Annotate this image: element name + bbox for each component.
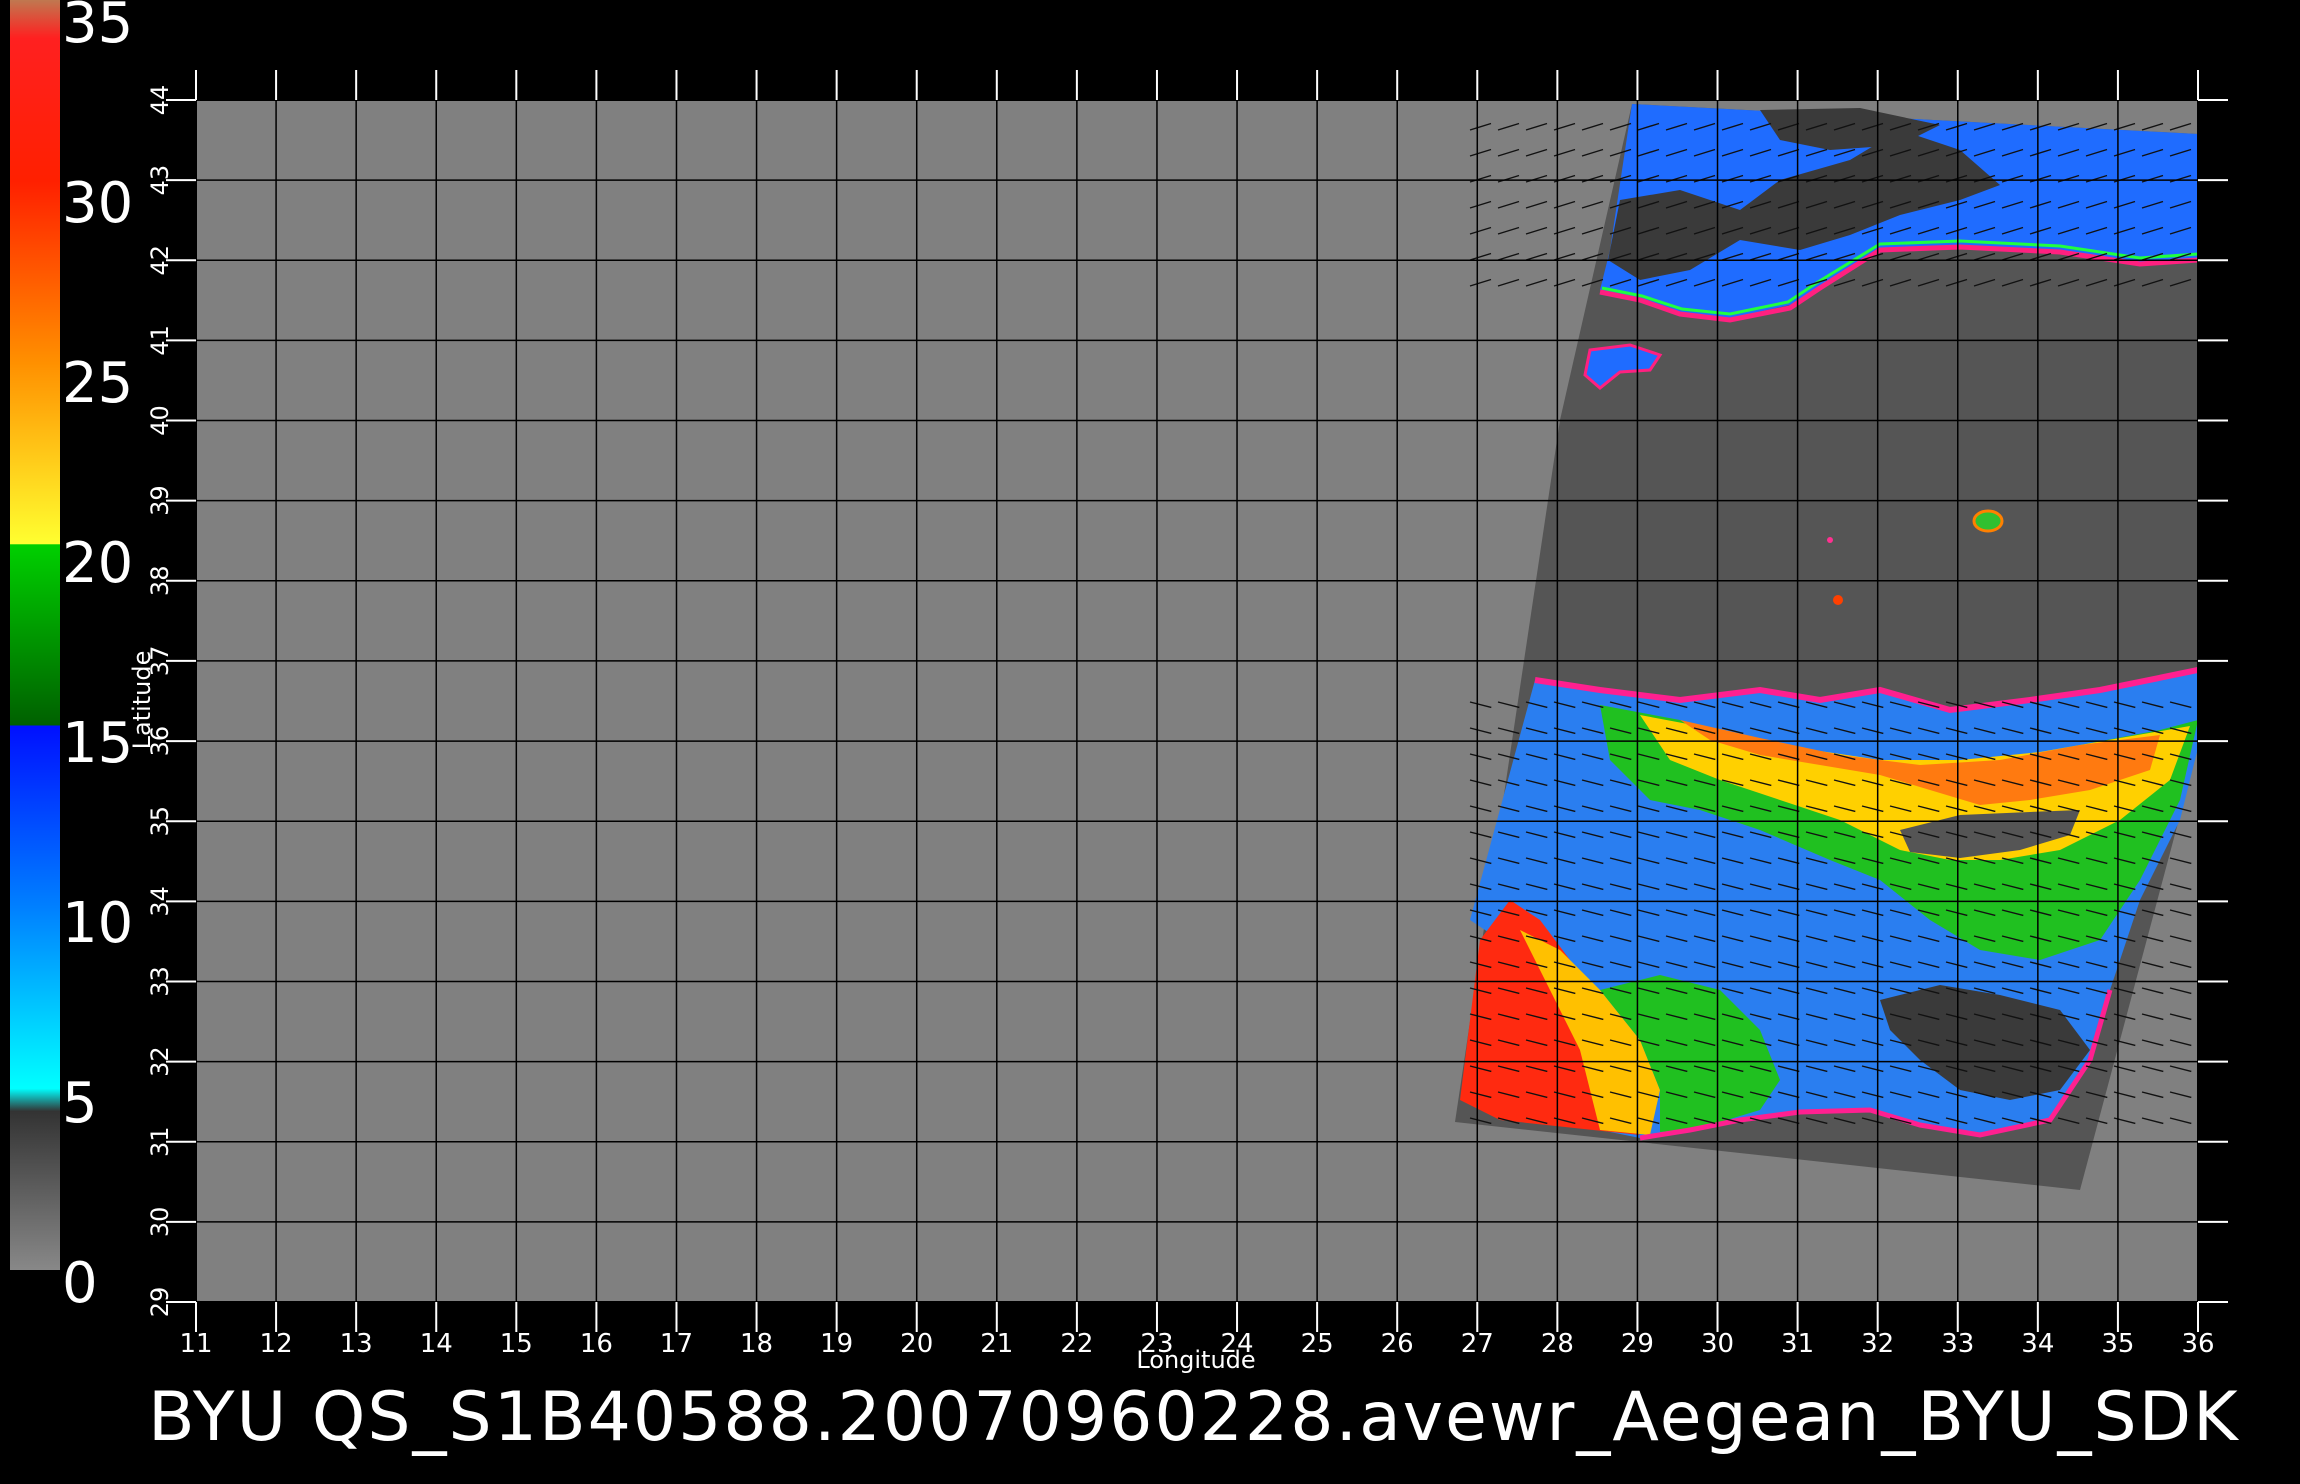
x-tick-label: 25	[1301, 1329, 1334, 1359]
colorbar-label: 15	[62, 711, 133, 776]
y-tick-label: 44	[146, 85, 174, 116]
colorbar-label: 20	[62, 531, 133, 596]
island-3	[1827, 537, 1833, 543]
island-1	[1972, 509, 2004, 533]
plot-area	[195, 99, 2199, 1303]
colorbar-label: 10	[62, 891, 133, 956]
x-tick-label: 34	[2021, 1329, 2054, 1359]
x-tick-label: 29	[1621, 1329, 1654, 1359]
colorbar-label: 30	[62, 171, 133, 236]
colorbar-labels: 35 30 25 20 15 10 5 0	[62, 0, 133, 1316]
x-tick-label: 17	[660, 1329, 693, 1359]
x-tick-label: 21	[980, 1329, 1013, 1359]
y-tick-label: 29	[146, 1287, 174, 1318]
colorbar-label: 0	[62, 1251, 98, 1316]
x-tick-label: 22	[1060, 1329, 1093, 1359]
x-tick-label: 26	[1381, 1329, 1414, 1359]
x-tick-label: 27	[1461, 1329, 1494, 1359]
x-tick-label: 18	[740, 1329, 773, 1359]
colorbar-label: 5	[62, 1071, 98, 1136]
x-tick-label: 11	[179, 1329, 212, 1359]
y-tick-label: 40	[146, 405, 174, 436]
x-tick-label: 20	[900, 1329, 933, 1359]
y-axis-label: Latitude	[128, 651, 156, 750]
colorbar-label: 25	[62, 351, 133, 416]
x-tick-label: 36	[2181, 1329, 2214, 1359]
x-tick-label: 30	[1701, 1329, 1734, 1359]
colorbar: 35 30 25 20 15 10 5 0	[10, 0, 133, 1316]
island-2	[1833, 595, 1843, 605]
x-tick-label: 33	[1941, 1329, 1974, 1359]
x-tick-label: 19	[820, 1329, 853, 1359]
y-tick-label: 42	[146, 245, 174, 276]
y-tick-label: 33	[146, 966, 174, 997]
wind-map-svg: 35 30 25 20 15 10 5 0 11 12 13 14 15 16 17 18 1…	[10, 0, 2228, 1374]
x-tick-label: 13	[340, 1329, 373, 1359]
y-tick-label: 35	[146, 806, 174, 837]
y-tick-label: 39	[146, 485, 174, 516]
x-tick-label: 15	[500, 1329, 533, 1359]
y-tick-label: 34	[146, 886, 174, 917]
x-tick-label: 35	[2101, 1329, 2134, 1359]
y-tick-label: 32	[146, 1046, 174, 1077]
x-tick-label: 12	[260, 1329, 293, 1359]
y-tick-label: 43	[146, 165, 174, 196]
x-tick-label: 32	[1861, 1329, 1894, 1359]
y-tick-label: 30	[146, 1207, 174, 1238]
y-tick-label: 31	[146, 1126, 174, 1157]
x-tick-label: 31	[1781, 1329, 1814, 1359]
x-tick-label: 14	[420, 1329, 453, 1359]
y-tick-label: 41	[146, 325, 174, 356]
map-figure: 35 30 25 20 15 10 5 0 11 12 13 14 15 16 …	[0, 0, 2300, 1480]
x-tick-label: 28	[1541, 1329, 1574, 1359]
y-tick-label: 38	[146, 566, 174, 597]
colorbar-strip	[10, 0, 60, 1270]
image-title: BYU QS_S1B40588.20070960228.avewr_Aegean…	[148, 1378, 2240, 1457]
colorbar-label: 35	[62, 0, 133, 56]
x-tick-label: 16	[580, 1329, 613, 1359]
